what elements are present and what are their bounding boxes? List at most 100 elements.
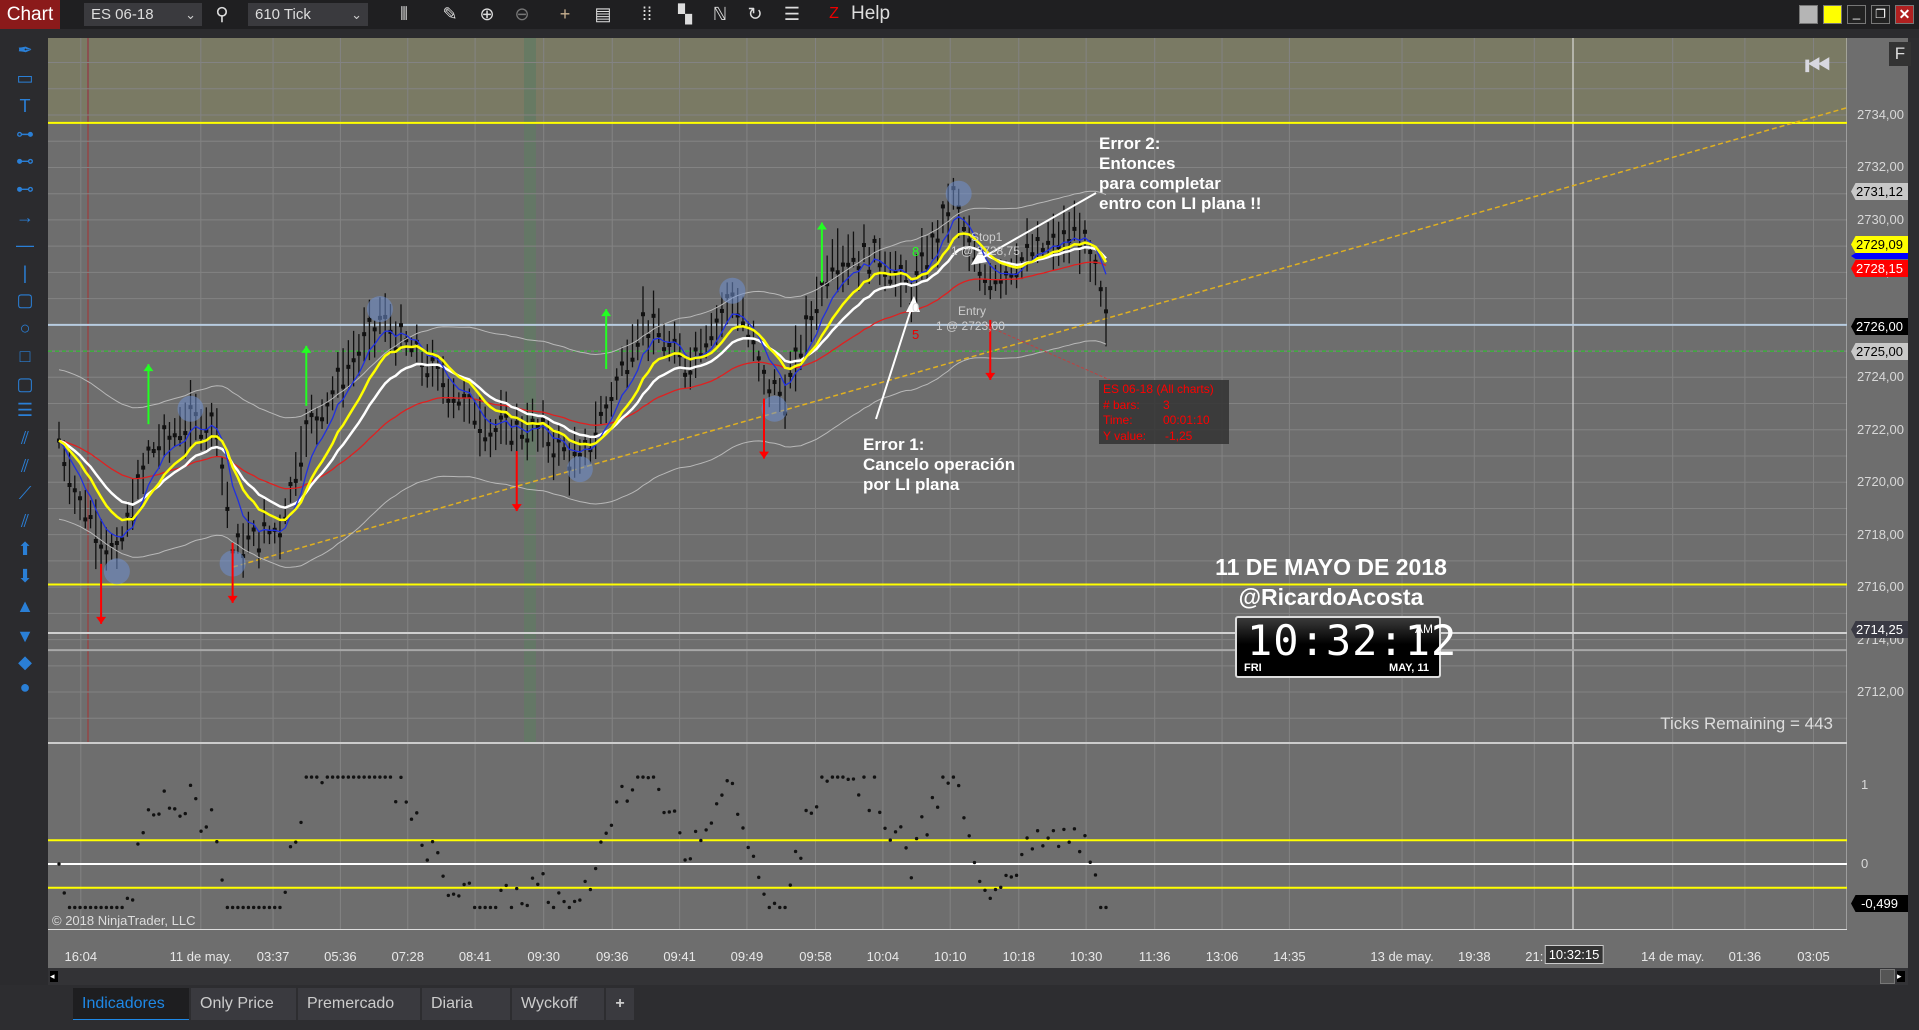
osc-point	[115, 905, 119, 910]
osc-point	[152, 813, 156, 817]
osc-point	[646, 775, 650, 780]
annotation-error-2[interactable]: Error 2: Entonces para completar entro c…	[1099, 134, 1261, 214]
osc-point	[767, 905, 771, 910]
price-bar-close	[814, 309, 819, 314]
osc-point	[899, 825, 903, 829]
price-bar-close	[72, 488, 77, 493]
price-bar-close	[183, 431, 188, 436]
price-bar-close	[314, 416, 319, 421]
osc-point	[857, 793, 861, 797]
time-tick-label: 13 de may.	[1370, 949, 1434, 964]
osc-point	[736, 812, 740, 816]
tab-diaria[interactable]: Diaria	[422, 988, 510, 1020]
osc-point	[835, 775, 840, 779]
price-marker: 2728,15	[1851, 260, 1908, 277]
price-bar-close	[477, 429, 482, 434]
price-bar-close	[362, 332, 367, 337]
osc-point	[572, 899, 577, 904]
annotation-error-1[interactable]: Error 1: Cancelo operación por LI plana	[863, 435, 1015, 495]
price-bar-close	[288, 482, 293, 487]
price-bar-close	[67, 482, 72, 487]
osc-point	[188, 783, 193, 788]
osc-point	[493, 905, 498, 910]
price-bar-close	[346, 364, 351, 369]
tooltip-y: -1,25	[1165, 428, 1193, 443]
osc-point	[830, 775, 835, 779]
horizontal-scrollbar[interactable]: ◂ ▸	[48, 968, 1908, 985]
price-bar-close	[867, 269, 872, 274]
price-bar-close	[1072, 226, 1077, 231]
osc-point	[930, 795, 935, 800]
price-bar-close	[514, 420, 519, 425]
tab-only-price[interactable]: Only Price	[191, 988, 296, 1020]
osc-point	[104, 905, 109, 910]
scroll-right-icon[interactable]: ▸	[1897, 971, 1905, 982]
price-tick-label: 2712,00	[1857, 684, 1904, 700]
osc-tick-label: 1	[1861, 777, 1869, 792]
clock-day: FRI	[1244, 662, 1262, 674]
price-bar-close	[262, 522, 267, 527]
osc-point	[325, 775, 330, 779]
time-tick-label: 19:38	[1458, 949, 1491, 964]
osc-point	[73, 905, 77, 910]
osc-point	[515, 886, 519, 891]
price-bar-close	[335, 367, 340, 372]
osc-point	[362, 775, 366, 779]
f-button[interactable]: F	[1889, 42, 1911, 66]
osc-point	[304, 775, 308, 779]
osc-point	[378, 775, 382, 779]
osc-point	[588, 887, 593, 892]
osc-point	[967, 834, 971, 838]
osc-point	[688, 857, 693, 861]
osc-point	[1051, 828, 1056, 833]
price-chart[interactable]	[0, 0, 1919, 1030]
price-bar-close	[961, 227, 966, 232]
price-bar-close	[167, 435, 172, 440]
price-bar-close	[604, 404, 609, 409]
price-tick-label: 2718,00	[1857, 526, 1904, 542]
price-bar-close	[299, 462, 304, 467]
price-bar-close	[178, 436, 183, 441]
osc-point	[62, 891, 66, 895]
time-tick-label: 14 de may.	[1640, 949, 1705, 964]
scroll-left-icon[interactable]: ◂	[50, 971, 58, 982]
tab-indicadores[interactable]: Indicadores	[73, 988, 189, 1020]
osc-point	[467, 881, 472, 885]
price-bar-close	[641, 312, 646, 317]
osc-point	[714, 802, 719, 806]
price-bar-close	[104, 550, 109, 555]
osc-point	[1067, 840, 1071, 844]
tab-wyckoff[interactable]: Wyckoff	[512, 988, 604, 1020]
osc-tick-label: 0	[1861, 856, 1869, 871]
scroll-thumb[interactable]	[1880, 969, 1895, 984]
scroll-to-start-icon[interactable]: ⏮	[1805, 50, 1830, 83]
upper-zone	[48, 38, 1847, 123]
price-bar-close	[398, 323, 403, 328]
osc-point	[409, 817, 414, 821]
osc-point	[1046, 836, 1050, 840]
osc-point	[178, 814, 182, 818]
osc-point	[699, 838, 703, 843]
osc-value-marker: -0,499	[1851, 895, 1908, 912]
add-tab-button[interactable]: +	[606, 988, 634, 1020]
ticks-remaining: Ticks Remaining = 443	[1660, 714, 1833, 733]
osc-point	[1077, 849, 1082, 854]
current-time-label: 10:32:15	[1544, 945, 1604, 964]
osc-point	[893, 830, 898, 834]
price-marker-blue	[1851, 253, 1908, 259]
osc-point	[388, 775, 393, 779]
osc-point	[436, 850, 440, 855]
osc-point	[693, 829, 698, 834]
price-bar-close	[293, 478, 298, 483]
price-bar-close	[1025, 243, 1030, 248]
tooltip-time: 00:01:10	[1163, 413, 1210, 427]
osc-point	[820, 775, 824, 779]
tab-premercado[interactable]: Premercado	[298, 988, 420, 1020]
osc-point	[288, 845, 293, 849]
osc-point	[399, 775, 403, 780]
osc-point	[472, 905, 477, 910]
time-tick-label: 09:41	[663, 949, 696, 964]
price-bar-close	[635, 342, 640, 347]
price-bar-close	[683, 372, 688, 377]
price-bar-close	[488, 432, 493, 437]
